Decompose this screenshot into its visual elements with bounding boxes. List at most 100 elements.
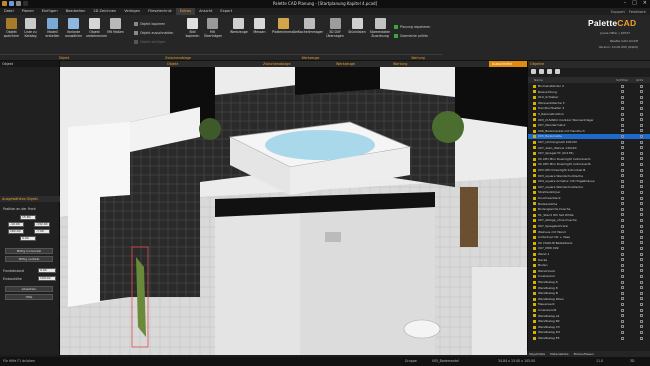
tree-row[interactable]: Boden (528, 263, 650, 267)
tree-row[interactable]: Badezuläche (528, 202, 650, 206)
tree-row[interactable]: Strahlenkörper (528, 190, 650, 194)
tree-row[interactable]: Individual mit + Vase (528, 235, 650, 239)
active-checkbox[interactable] (640, 269, 643, 273)
tab-materialliste[interactable]: Materialliste (550, 352, 568, 356)
visible-checkbox[interactable] (621, 297, 624, 301)
visible-checkbox[interactable] (621, 241, 624, 245)
menu-planen[interactable]: Planen (18, 8, 38, 15)
tree-row[interactable]: Wandbelag D4 (528, 330, 650, 334)
active-checkbox[interactable] (640, 235, 643, 239)
tree-row[interactable]: Wandbelag 6 (528, 280, 650, 284)
tab-objektliste[interactable]: Objektliste (529, 352, 545, 356)
active-checkbox[interactable] (640, 275, 643, 279)
active-checkbox[interactable] (640, 140, 643, 144)
tree-row[interactable]: Handtuchhalter 3 (528, 106, 650, 110)
create-model-button[interactable]: Modell erstellen (44, 18, 61, 48)
menu-extras[interactable]: Extras (175, 8, 196, 15)
active-checkbox[interactable] (640, 297, 643, 301)
visible-checkbox[interactable] (621, 140, 624, 144)
active-checkbox[interactable] (640, 314, 643, 318)
active-checkbox[interactable] (640, 202, 643, 206)
visible-checkbox[interactable] (621, 269, 624, 273)
tree-row[interactable]: Wandbelag 8 (528, 286, 650, 290)
tree-row[interactable]: 003_square Wandschurbleche (528, 174, 650, 178)
active-checkbox[interactable] (640, 90, 643, 94)
tree-row[interactable]: Wandbelag B2 (528, 319, 650, 323)
active-checkbox[interactable] (640, 118, 643, 122)
tree-tool-icon-4[interactable] (555, 69, 560, 74)
active-checkbox[interactable] (640, 325, 643, 329)
active-checkbox[interactable] (640, 336, 643, 340)
check-geometry-button[interactable]: Geometrie prüfen (394, 32, 428, 39)
visible-checkbox[interactable] (621, 84, 624, 88)
visible-checkbox[interactable] (621, 95, 624, 99)
active-checkbox[interactable] (640, 303, 643, 307)
tree-row[interactable]: Decke (528, 258, 650, 262)
active-checkbox[interactable] (640, 308, 643, 312)
active-checkbox[interactable] (640, 219, 643, 223)
menu-ansicht[interactable]: Ansicht (195, 8, 216, 15)
active-checkbox[interactable] (640, 230, 643, 234)
visible-checkbox[interactable] (621, 258, 624, 262)
visible-checkbox[interactable] (621, 291, 624, 295)
active-checkbox[interactable] (640, 263, 643, 267)
tab-einbaufliesen[interactable]: Einbaufliesen (574, 352, 594, 356)
tree-row[interactable]: 00 LED Mini Downlight Individual B. (528, 162, 650, 166)
visible-checkbox[interactable] (621, 263, 624, 267)
active-checkbox[interactable] (640, 258, 643, 262)
support-link[interactable]: Support (611, 10, 625, 14)
tree-row[interactable]: 007_square Wandschurbleche (528, 185, 650, 189)
visible-checkbox[interactable] (621, 235, 624, 239)
install-height-field[interactable]: 100.00 (38, 276, 56, 281)
master-data-button[interactable]: Stammdaten Zuordnung (369, 18, 391, 48)
copy-object-button[interactable]: Objekt kopieren (134, 20, 165, 27)
save-object-button[interactable]: Objekt speichern (3, 18, 20, 48)
tree-row[interactable]: 005_Badematte (528, 134, 650, 139)
close-icon[interactable]: × (643, 0, 647, 6)
tree-row[interactable]: Wannenbläsche 3 (528, 101, 650, 105)
visible-checkbox[interactable] (621, 325, 624, 329)
tile-imager-button[interactable]: Kachelimmager (298, 18, 323, 48)
menu-export[interactable]: Export (216, 8, 236, 15)
tree-row[interactable]: 007_Spiegelschrank (528, 224, 650, 228)
cut-object-button[interactable]: Objekt ausschneiden (134, 29, 173, 36)
active-checkbox[interactable] (640, 331, 643, 335)
active-checkbox[interactable] (640, 319, 643, 323)
active-checkbox[interactable] (640, 135, 643, 139)
active-checkbox[interactable] (640, 280, 643, 284)
with-transfer-button[interactable]: Mit Überträgen (204, 18, 222, 48)
position-field-5[interactable]: -7.00 (34, 229, 50, 234)
dxf-transfer-button[interactable]: 3D DXF Übernagen (325, 18, 345, 48)
active-checkbox[interactable] (640, 286, 643, 290)
menu-einfuegen[interactable]: Einfügen (38, 8, 62, 15)
tree-row[interactable]: Wandbelag A1 (528, 314, 650, 318)
rename-object-button[interactable]: Objekt umbenennen (86, 18, 107, 48)
visible-checkbox[interactable] (621, 118, 624, 122)
active-checkbox[interactable] (640, 224, 643, 228)
tree-tool-icon-3[interactable] (547, 69, 552, 74)
visible-checkbox[interactable] (621, 219, 624, 223)
tree-row[interactable]: 004_square Armatur mit Hügelbräuse (528, 179, 650, 183)
menu-datei[interactable]: Datei (0, 8, 18, 15)
visible-checkbox[interactable] (621, 230, 624, 234)
visible-checkbox[interactable] (621, 303, 624, 307)
list-to-catalog-button[interactable]: Liste zu Katalog (22, 18, 39, 48)
tree-row[interactable]: Bodengleiche Dusche (528, 207, 650, 211)
active-checkbox[interactable] (640, 247, 643, 251)
tree-row[interactable]: Wandbelag E5 (528, 336, 650, 340)
visible-checkbox[interactable] (621, 280, 624, 284)
active-checkbox[interactable] (640, 123, 643, 127)
visible-checkbox[interactable] (621, 90, 624, 94)
tree-row[interactable]: 007_Wandarmatur (528, 123, 650, 127)
tree-tool-icon-2[interactable] (539, 69, 544, 74)
active-checkbox[interactable] (640, 213, 643, 217)
active-checkbox[interactable] (640, 101, 643, 105)
active-checkbox[interactable] (640, 129, 643, 133)
visible-checkbox[interactable] (621, 163, 624, 167)
help-button[interactable]: Hilfe (5, 294, 53, 300)
visible-checkbox[interactable] (621, 213, 624, 217)
tree-row[interactable]: Blumenständer 4 (528, 84, 650, 88)
active-checkbox[interactable] (640, 207, 643, 211)
visible-checkbox[interactable] (621, 308, 624, 312)
tree-row[interactable]: 007_Spiegel-TC (0x135) (528, 151, 650, 155)
